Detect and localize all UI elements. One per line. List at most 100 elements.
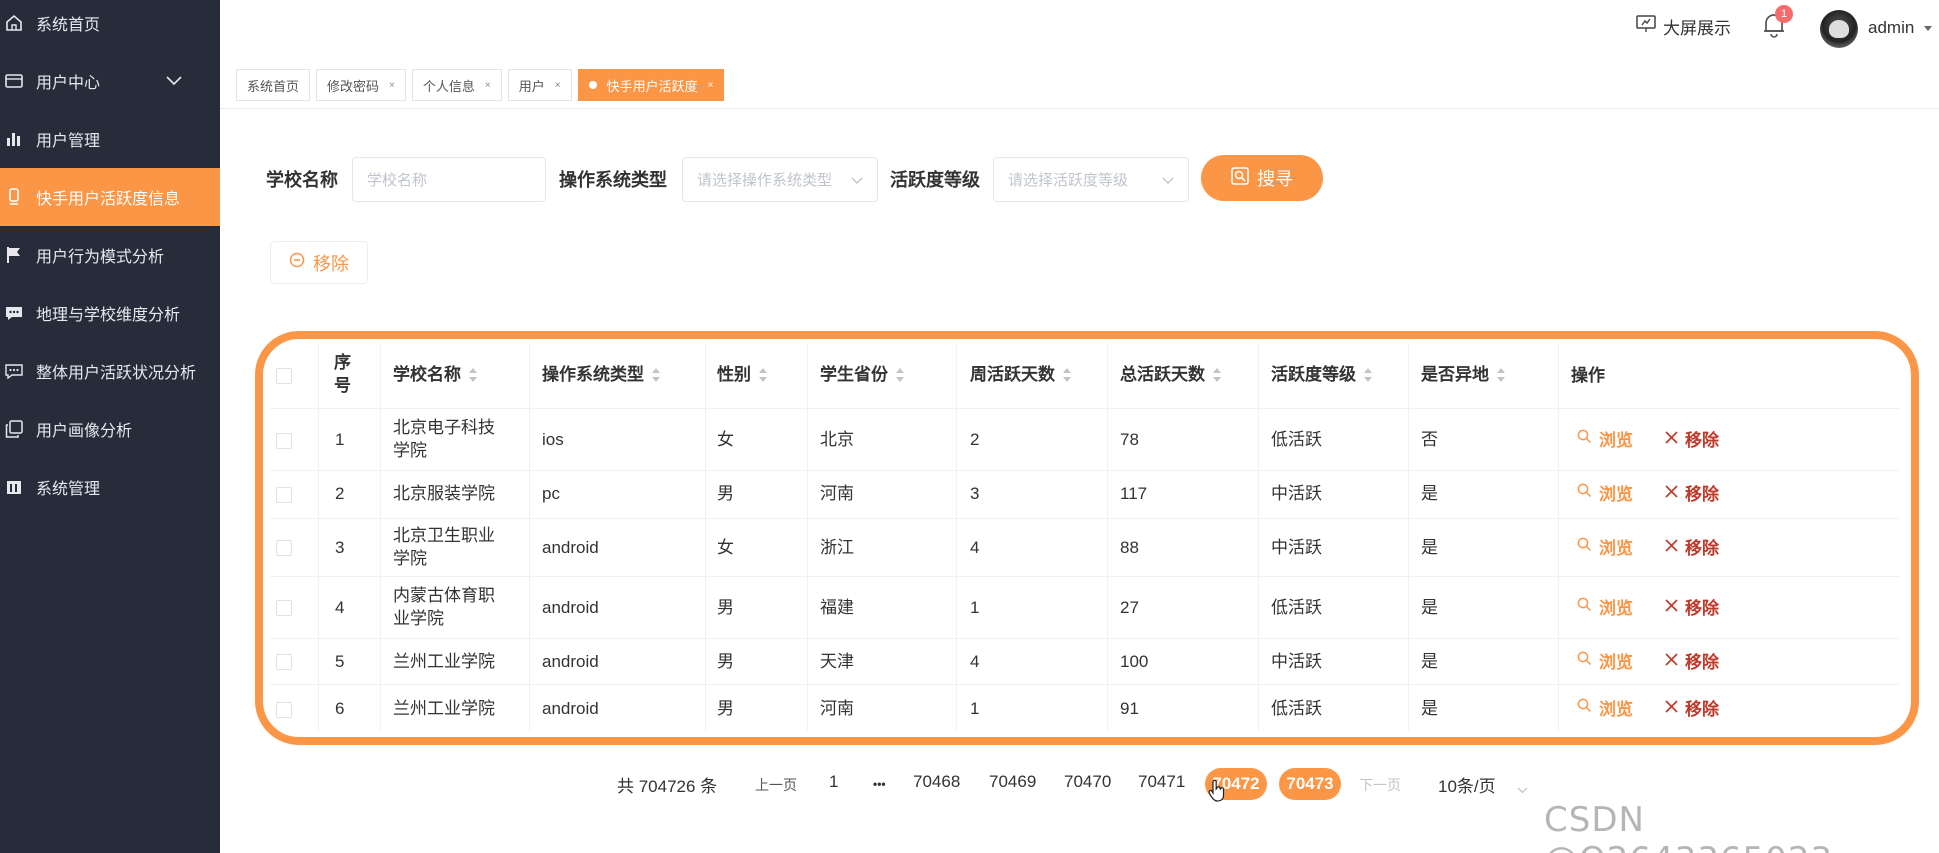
close-icon	[1665, 597, 1678, 617]
close-icon[interactable]: ×	[389, 80, 395, 91]
file-icon	[4, 187, 24, 207]
batch-remove-button[interactable]: 移除	[270, 241, 368, 284]
header-label: 学校名称	[393, 365, 461, 384]
sort-icon[interactable]	[759, 367, 767, 382]
page-size-select[interactable]: 10条/页	[1438, 772, 1496, 797]
close-icon[interactable]: ×	[485, 80, 491, 91]
delete-button[interactable]: 移除	[1665, 648, 1719, 673]
delete-button[interactable]: 移除	[1665, 695, 1719, 720]
row-checkbox[interactable]	[276, 540, 292, 556]
big-screen-button[interactable]: 大屏展示	[1636, 14, 1731, 39]
view-button[interactable]: 浏览	[1577, 594, 1633, 619]
delete-button[interactable]: 移除	[1665, 480, 1719, 505]
sort-icon[interactable]	[1213, 367, 1221, 382]
page-number[interactable]: 70471	[1138, 772, 1185, 792]
sidebar-item-behavior-analysis[interactable]: 用户行为模式分析	[0, 226, 220, 284]
building-icon	[4, 477, 24, 497]
flag-icon	[4, 245, 24, 265]
select-all-checkbox[interactable]	[276, 368, 292, 384]
caret-down-icon[interactable]	[1924, 26, 1932, 31]
row-divider	[270, 518, 1900, 519]
search-icon	[1577, 537, 1592, 557]
delete-button[interactable]: 移除	[1665, 426, 1719, 451]
page-number[interactable]: 70468	[913, 772, 960, 792]
header-level[interactable]: 活跃度等级	[1271, 363, 1372, 386]
avatar[interactable]	[1820, 10, 1858, 48]
sort-icon[interactable]	[652, 367, 660, 382]
more-pages-icon[interactable]: •••	[873, 777, 886, 791]
header-week-days[interactable]: 周活跃天数	[970, 363, 1071, 386]
cell-remote: 是	[1421, 652, 1438, 671]
column-divider	[807, 343, 808, 731]
view-button[interactable]: 浏览	[1577, 426, 1633, 451]
sort-icon[interactable]	[469, 367, 477, 382]
username-label[interactable]: admin	[1868, 18, 1914, 38]
hand-cursor-icon	[1208, 779, 1226, 807]
page-number-last[interactable]: 70473	[1279, 768, 1341, 800]
tab-home[interactable]: 系统首页	[236, 69, 311, 101]
header-gender[interactable]: 性别	[717, 363, 767, 386]
view-button[interactable]: 浏览	[1577, 648, 1633, 673]
cell-province: 浙江	[820, 538, 854, 557]
header-total-days[interactable]: 总活跃天数	[1120, 363, 1221, 386]
tab-personal-info[interactable]: 个人信息 ×	[411, 69, 502, 101]
view-button[interactable]: 浏览	[1577, 480, 1633, 505]
row-checkbox[interactable]	[276, 433, 292, 449]
cell-week-days: 3	[970, 484, 980, 503]
header-province[interactable]: 学生省份	[820, 363, 904, 386]
chevron-down-icon[interactable]	[1517, 781, 1528, 799]
sidebar-item-overall-analysis[interactable]: 整体用户活跃状况分析	[0, 342, 220, 400]
school-label: 学校名称	[266, 170, 338, 190]
page-number[interactable]: 1	[829, 772, 838, 792]
row-checkbox[interactable]	[276, 487, 292, 503]
tab-change-password[interactable]: 修改密码 ×	[316, 69, 406, 101]
home-icon	[4, 13, 24, 33]
level-select[interactable]: 请选择活跃度等级	[993, 157, 1189, 202]
sort-icon[interactable]	[1364, 367, 1372, 382]
cell-school: 北京服装学院	[393, 484, 495, 503]
close-icon[interactable]: ×	[708, 80, 714, 91]
header-school[interactable]: 学校名称	[393, 363, 477, 386]
next-page-button[interactable]: 下一页	[1359, 775, 1401, 795]
view-button[interactable]: 浏览	[1577, 695, 1633, 720]
sort-icon[interactable]	[896, 367, 904, 382]
cell-week-days: 1	[970, 699, 980, 718]
sort-icon[interactable]	[1063, 367, 1071, 382]
sidebar-item-user-management[interactable]: 用户管理	[0, 110, 220, 168]
header-remote[interactable]: 是否异地	[1421, 363, 1505, 386]
message-icon	[4, 303, 24, 323]
column-divider	[529, 343, 530, 731]
cell-index: 2	[335, 484, 345, 503]
sidebar-item-user-center[interactable]: 用户中心	[0, 52, 220, 110]
sidebar-item-portrait-analysis[interactable]: 用户画像分析	[0, 400, 220, 458]
row-checkbox[interactable]	[276, 702, 292, 718]
sort-icon[interactable]	[1497, 367, 1505, 382]
delete-button[interactable]: 移除	[1665, 594, 1719, 619]
sidebar-item-geo-school-analysis[interactable]: 地理与学校维度分析	[0, 284, 220, 342]
cell-week-days: 4	[970, 538, 980, 557]
row-checkbox[interactable]	[276, 600, 292, 616]
header-label: 学生省份	[820, 365, 888, 384]
sidebar-item-home[interactable]: 系统首页	[0, 0, 220, 52]
search-doc-icon	[1231, 166, 1249, 190]
os-select[interactable]: 请选择操作系统类型	[682, 157, 878, 202]
header-label: 是否异地	[1421, 365, 1489, 384]
row-divider	[270, 638, 1900, 639]
sidebar-item-system-management[interactable]: 系统管理	[0, 458, 220, 516]
prev-page-button[interactable]: 上一页	[755, 775, 797, 795]
school-input[interactable]: 学校名称	[352, 157, 546, 202]
delete-button[interactable]: 移除	[1665, 534, 1719, 559]
level-placeholder: 请选择活跃度等级	[1008, 172, 1129, 189]
tab-user[interactable]: 用户 ×	[507, 69, 572, 101]
tab-kuaishou-activity[interactable]: 快手用户活跃度 ×	[577, 69, 725, 101]
cell-week-days: 2	[970, 430, 980, 449]
row-checkbox[interactable]	[276, 654, 292, 670]
search-button[interactable]: 搜寻	[1201, 155, 1323, 201]
header-os[interactable]: 操作系统类型	[542, 363, 660, 386]
page-number[interactable]: 70470	[1064, 772, 1111, 792]
header-label: 操作系统类型	[542, 365, 644, 384]
page-number[interactable]: 70469	[989, 772, 1036, 792]
close-icon[interactable]: ×	[555, 80, 561, 91]
view-button[interactable]: 浏览	[1577, 534, 1633, 559]
sidebar-item-activity-info[interactable]: 快手用户活跃度信息	[0, 168, 220, 226]
